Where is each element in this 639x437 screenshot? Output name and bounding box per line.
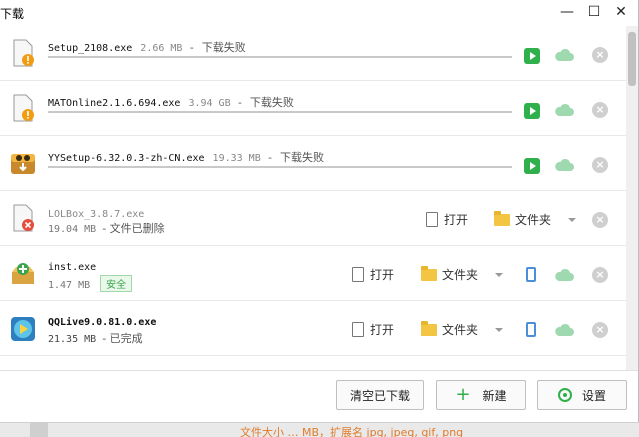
settings-label: 设置	[581, 388, 606, 403]
download-item[interactable]: MATOnline2.1.6.694.exe 3.94 GB - 下载失败 ×	[0, 81, 626, 136]
document-icon	[352, 267, 364, 282]
close-window-button[interactable]: ✕	[610, 2, 632, 22]
folder-button[interactable]: 文件夹	[494, 210, 551, 228]
download-window: 下载 — ☐ ✕ Setup_2108.exe2.66 MB - 下载失败 ×	[0, 0, 639, 422]
retry-play-icon[interactable]	[524, 103, 540, 119]
new-download-button[interactable]: + 新建	[436, 380, 526, 410]
clear-label: 清空已下载	[349, 388, 410, 403]
cloud-icon[interactable]	[554, 48, 574, 62]
phone-icon[interactable]	[526, 322, 536, 337]
file-name: QQLive9.0.81.0.exe	[48, 317, 157, 328]
file-name: LOLBox_3.8.7.exe	[48, 209, 145, 220]
deleted-file-icon	[13, 204, 34, 232]
background-scroll-edge	[30, 422, 48, 437]
document-icon	[426, 212, 438, 227]
scrollbar[interactable]	[626, 26, 638, 370]
file-name: MATOnline2.1.6.694.exe 3.94 GB - 下载失败	[48, 96, 294, 109]
remove-icon[interactable]: ×	[592, 157, 608, 173]
retry-play-icon[interactable]	[524, 48, 540, 64]
folder-button[interactable]: 文件夹	[421, 265, 478, 283]
safe-badge: 安全	[100, 275, 133, 292]
file-meta: 1.47 MB 安全	[48, 275, 133, 292]
download-item[interactable]: inst.exe 1.47 MB 安全 打开 文件夹 ×	[0, 246, 626, 301]
window-title: 下载	[0, 7, 25, 21]
qqlive-icon	[11, 317, 35, 341]
plus-icon: +	[455, 384, 471, 405]
chevron-down-icon[interactable]	[495, 273, 503, 277]
failed-file-icon	[13, 39, 34, 67]
folder-icon	[421, 265, 437, 281]
file-meta: 21.35 MB - 已完成	[48, 332, 143, 345]
minimize-button[interactable]: —	[556, 2, 578, 22]
maximize-button[interactable]: ☐	[583, 2, 605, 22]
cloud-icon[interactable]	[554, 323, 574, 337]
clear-downloaded-button[interactable]: 清空已下载	[336, 380, 424, 410]
file-name: Setup_2108.exe 2.66 MB - 下载失败	[48, 41, 246, 54]
gear-icon	[557, 388, 572, 402]
remove-icon[interactable]: ×	[592, 322, 608, 338]
cloud-icon[interactable]	[554, 158, 574, 172]
chevron-down-icon[interactable]	[495, 328, 503, 332]
download-item[interactable]: QQLive9.0.81.0.exe 21.35 MB - 已完成 打开 文件夹…	[0, 301, 626, 356]
file-name: inst.exe	[48, 262, 97, 273]
download-list: Setup_2108.exe 2.66 MB - 下载失败 × MATOnline…	[0, 26, 626, 370]
failed-file-icon	[13, 94, 34, 122]
background-hint-text: 文件大小 … MB，扩展名 jpg, jpeg, gif, png	[240, 426, 464, 437]
progress-bar	[48, 56, 512, 58]
open-button[interactable]: 打开	[426, 211, 468, 228]
document-icon	[352, 322, 364, 337]
phone-icon[interactable]	[526, 267, 536, 282]
remove-icon[interactable]: ×	[592, 47, 608, 63]
retry-play-icon[interactable]	[524, 158, 540, 174]
open-button[interactable]: 打开	[352, 321, 394, 338]
remove-icon[interactable]: ×	[592, 267, 608, 283]
download-item[interactable]: Setup_2108.exe 2.66 MB - 下载失败 ×	[0, 26, 626, 81]
open-button[interactable]: 打开	[352, 266, 394, 283]
remove-icon[interactable]: ×	[592, 102, 608, 118]
scrollbar-thumb[interactable]	[628, 32, 636, 86]
file-name: YYSetup-6.32.0.3-zh-CN.exe 19.33 MB - 下载失…	[48, 151, 324, 164]
cloud-icon[interactable]	[554, 103, 574, 117]
download-item[interactable]: LOLBox_3.8.7.exe 19.04 MB - 文件已删除 打开 文件夹…	[0, 191, 626, 246]
titlebar[interactable]: 下载 — ☐ ✕	[0, 0, 638, 26]
new-label: 新建	[482, 388, 507, 403]
settings-button[interactable]: 设置	[537, 380, 627, 410]
folder-icon	[494, 210, 510, 226]
footer-toolbar: 清空已下载 + 新建 设置	[0, 370, 638, 422]
download-item[interactable]: YYSetup-6.32.0.3-zh-CN.exe 19.33 MB - 下载失…	[0, 136, 626, 191]
folder-button[interactable]: 文件夹	[421, 320, 478, 338]
progress-bar	[48, 166, 512, 168]
file-meta: 19.04 MB - 文件已删除	[48, 222, 165, 235]
folder-icon	[421, 320, 437, 336]
progress-bar	[48, 111, 512, 113]
yy-package-icon	[11, 154, 35, 174]
chevron-down-icon[interactable]	[568, 218, 576, 222]
installer-icon	[12, 263, 34, 284]
remove-icon[interactable]: ×	[592, 212, 608, 228]
cloud-icon[interactable]	[554, 268, 574, 282]
